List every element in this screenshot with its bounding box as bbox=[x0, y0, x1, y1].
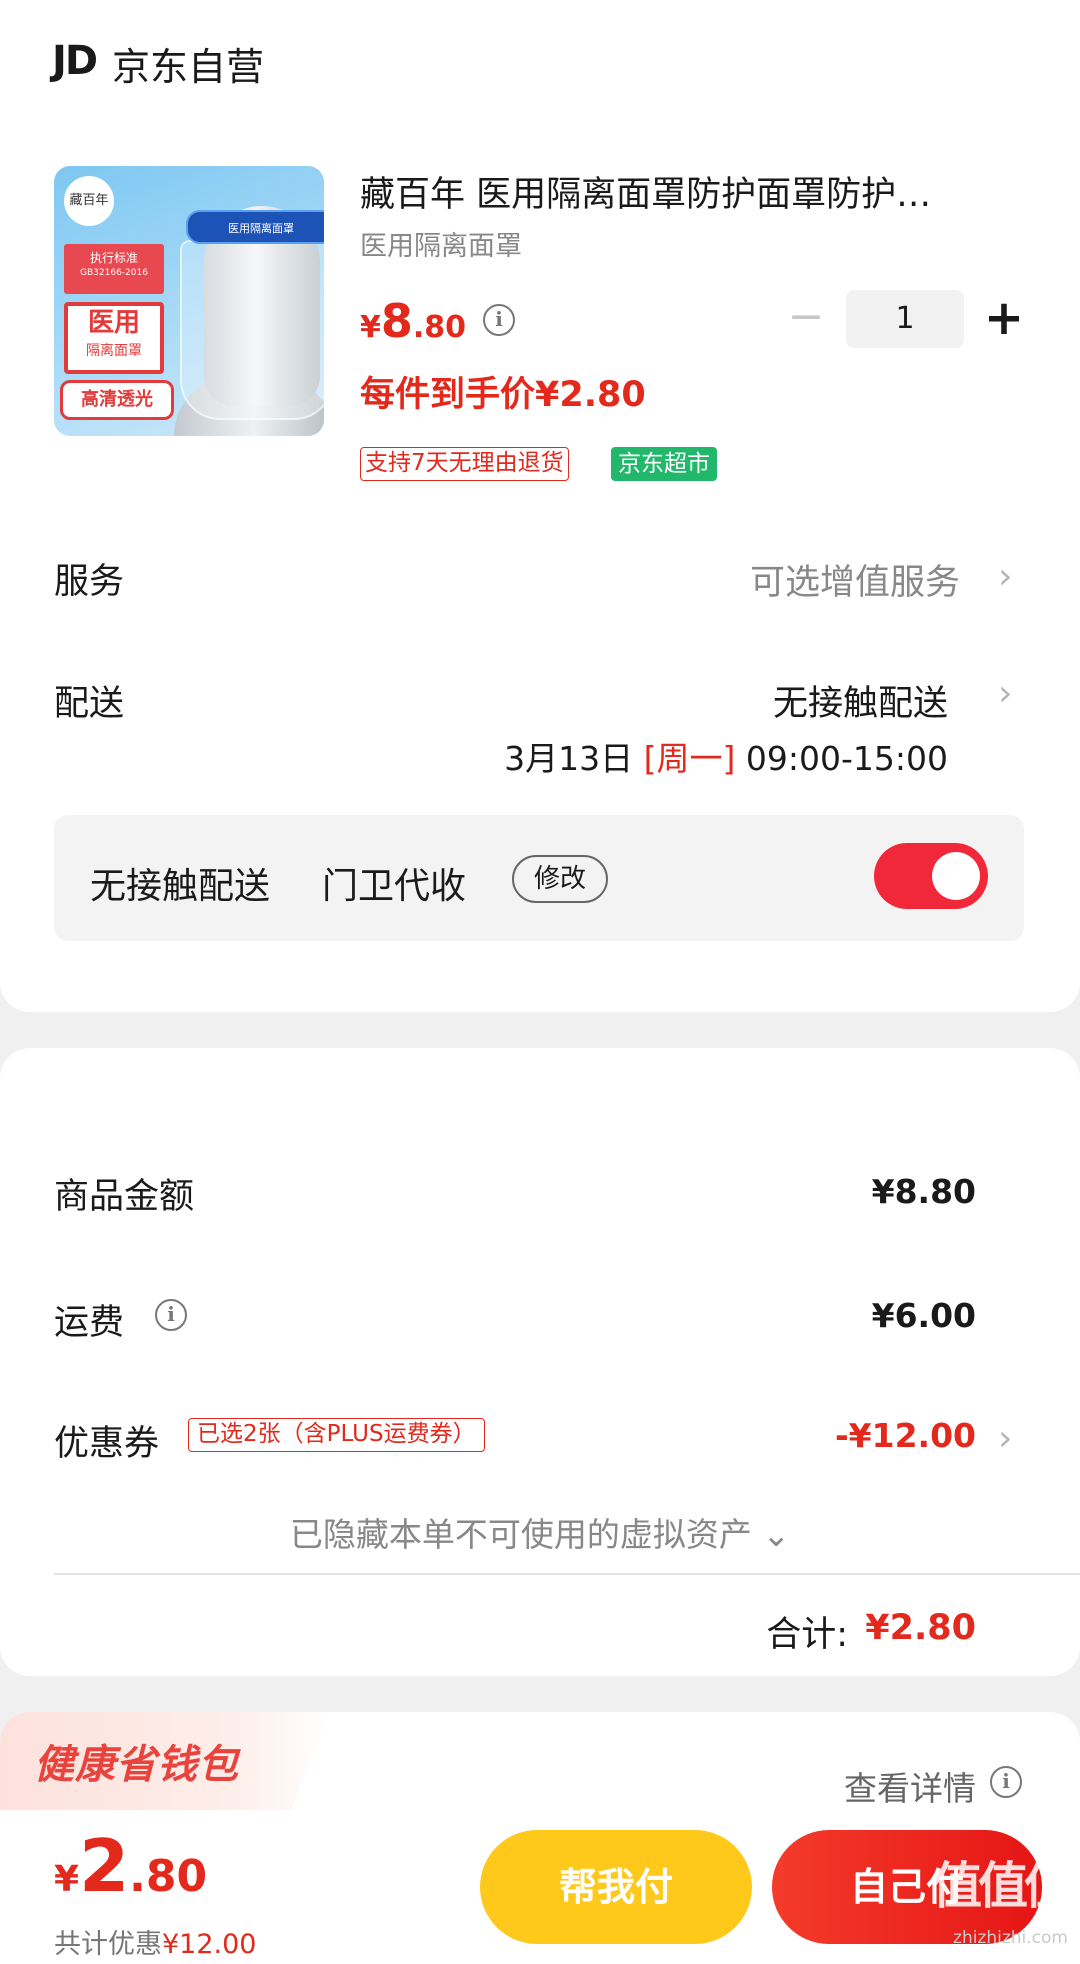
total-saved-value: ¥12.00 bbox=[162, 1929, 257, 1960]
jd-logo: JD bbox=[52, 38, 98, 84]
shipping-value: ¥6.00 bbox=[871, 1296, 976, 1335]
medical-label-main: 医用 bbox=[87, 308, 140, 338]
contactless-toggle[interactable] bbox=[874, 843, 988, 909]
coupon-selected-tag[interactable]: 已选2张（含PLUS运费券） bbox=[188, 1418, 485, 1452]
final-price-integer: 2 bbox=[79, 1824, 130, 1908]
final-price: ¥2.80 bbox=[54, 1824, 207, 1908]
watermark: 值值值 bbox=[932, 1857, 1074, 1915]
standard-code: GB32166-2016 bbox=[80, 267, 148, 278]
final-price-decimal: .80 bbox=[129, 1851, 208, 1902]
face-shield-band: 医用隔离面罩 bbox=[186, 210, 324, 244]
price-currency: ¥ bbox=[360, 310, 381, 345]
summary-card: 商品金额 ¥8.80 运费 i ¥6.00 优惠券 已选2张（含PLUS运费券）… bbox=[0, 1048, 1080, 1676]
modify-button[interactable]: 修改 bbox=[512, 855, 608, 903]
coupon-chevron-icon[interactable]: › bbox=[998, 1418, 1012, 1459]
product-card: JD 京东自营 医用隔离面罩 藏百年 执行标准 GB32166-2016 医用 … bbox=[0, 0, 1080, 1012]
wallet-info-icon[interactable]: i bbox=[990, 1766, 1022, 1798]
total-saved: 共计优惠¥12.00 bbox=[54, 1922, 256, 1961]
hidden-assets-toggle[interactable]: 已隐藏本单不可使用的虚拟资产 ⌄ bbox=[0, 1508, 1080, 1556]
total-value: ¥2.80 bbox=[865, 1608, 976, 1648]
standard-label: 执行标准 GB32166-2016 bbox=[64, 244, 164, 294]
product-title[interactable]: 藏百年 医用隔离面罩防护面罩防护… bbox=[360, 166, 1000, 217]
service-value[interactable]: 可选增值服务 bbox=[600, 554, 960, 605]
quantity-minus-button[interactable]: − bbox=[786, 292, 826, 342]
delivery-date: 3月13日 bbox=[504, 739, 644, 778]
delivery-time[interactable]: 3月13日 [周一] 09:00-15:00 bbox=[380, 732, 948, 780]
delivery-label: 配送 bbox=[54, 684, 125, 724]
shipping-info-icon[interactable]: i bbox=[155, 1299, 187, 1331]
toggle-knob bbox=[932, 852, 980, 900]
total-label: 合计: bbox=[766, 1615, 848, 1655]
delivery-method[interactable]: 无接触配送 bbox=[600, 675, 948, 726]
brand-badge: 藏百年 bbox=[64, 176, 114, 226]
price-info-icon[interactable]: i bbox=[483, 304, 515, 336]
standard-title: 执行标准 bbox=[89, 251, 138, 265]
coupon-label: 优惠券 bbox=[54, 1424, 160, 1464]
view-detail-link[interactable]: 查看详情 bbox=[844, 1762, 976, 1810]
delivery-time-range: 09:00-15:00 bbox=[735, 739, 948, 778]
bottom-bar: ¥2.80 共计优惠¥12.00 帮我付 自己付 值值值 zhizhizhi.c… bbox=[0, 1810, 1080, 1964]
watermark-url: zhizhizhi.com bbox=[953, 1928, 1068, 1948]
service-label: 服务 bbox=[54, 562, 125, 602]
total-saved-label: 共计优惠 bbox=[54, 1929, 162, 1960]
help-me-pay-button[interactable]: 帮我付 bbox=[480, 1830, 752, 1944]
face-shield-visor bbox=[180, 240, 324, 420]
delivery-weekday: [周一] bbox=[643, 739, 736, 778]
delivery-chevron-icon[interactable]: › bbox=[998, 673, 1012, 714]
quantity-input[interactable]: 1 bbox=[846, 290, 964, 348]
final-price-currency: ¥ bbox=[54, 1859, 80, 1900]
hd-label: 高清透光 bbox=[60, 380, 174, 420]
return-policy-tag: 支持7天无理由退货 bbox=[360, 447, 569, 481]
contactless-label: 无接触配送 bbox=[90, 866, 271, 907]
goods-amount-value: ¥8.80 bbox=[871, 1172, 976, 1211]
product-spec: 医用隔离面罩 bbox=[360, 231, 522, 262]
quantity-plus-button[interactable]: + bbox=[982, 292, 1026, 344]
goods-amount-label: 商品金额 bbox=[54, 1177, 195, 1217]
price-integer: 8 bbox=[380, 294, 413, 348]
guard-receipt-label: 门卫代收 bbox=[322, 866, 467, 907]
medical-label: 医用 隔离面罩 bbox=[64, 302, 164, 374]
jd-market-tag: 京东超市 bbox=[611, 447, 717, 481]
contactless-panel: 无接触配送 门卫代收 修改 bbox=[54, 815, 1024, 941]
service-chevron-icon[interactable]: › bbox=[998, 556, 1012, 597]
shipping-label: 运费 bbox=[54, 1303, 125, 1343]
price-decimal: .80 bbox=[412, 310, 467, 345]
product-image[interactable]: 医用隔离面罩 藏百年 执行标准 GB32166-2016 医用 隔离面罩 高清透… bbox=[54, 166, 324, 436]
coupon-value[interactable]: -¥12.00 bbox=[835, 1416, 976, 1455]
store-name[interactable]: 京东自营 bbox=[112, 36, 264, 91]
wallet-title: 健康省钱包 bbox=[34, 1742, 239, 1788]
unit-price: 每件到手价¥2.80 bbox=[360, 375, 646, 415]
product-price: ¥8.80 bbox=[360, 294, 466, 348]
medical-label-sub: 隔离面罩 bbox=[86, 343, 142, 359]
divider bbox=[54, 1573, 1080, 1575]
